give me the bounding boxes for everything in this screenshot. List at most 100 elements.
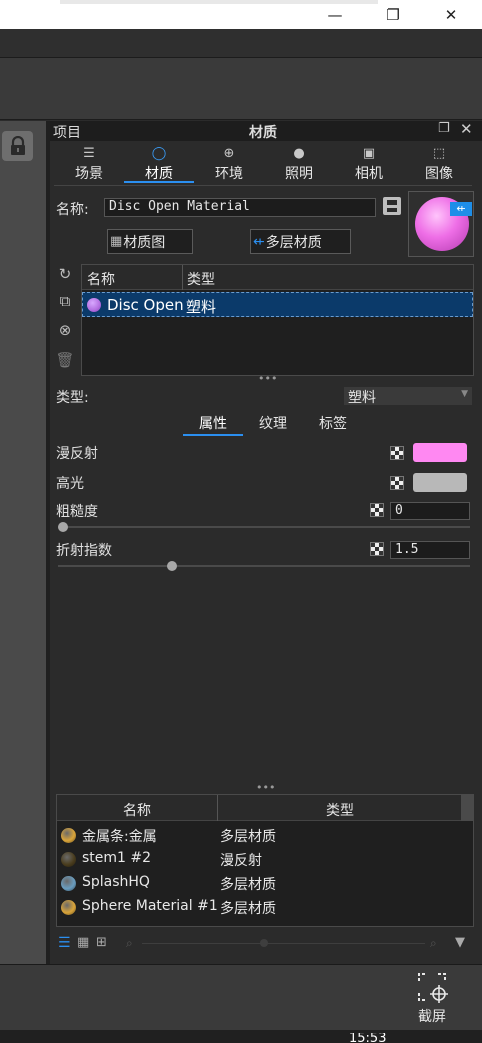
link-material-icon[interactable]: ⊗ — [55, 321, 75, 341]
subtab-properties[interactable]: 属性 — [183, 413, 243, 436]
material-list: 名称 类型 Disc Open 塑料 — [81, 264, 474, 376]
scrollbar-thumb[interactable] — [461, 795, 473, 821]
minimize-icon: — — [327, 5, 343, 24]
maximize-button[interactable]: ❐ — [364, 0, 422, 29]
ior-slider[interactable] — [58, 561, 470, 571]
roughness-slider-knob[interactable] — [58, 522, 68, 532]
name-label: 名称: — [56, 202, 89, 218]
panel-title: 材质 — [249, 125, 277, 141]
filter-icon[interactable]: ▼ — [455, 935, 465, 950]
new-material-icon[interactable]: ↻ — [55, 265, 75, 285]
delete-icon[interactable]: 🗑 — [55, 351, 75, 371]
lock-icon — [10, 136, 25, 155]
ior-slider-knob[interactable] — [166, 561, 177, 571]
ior-field[interactable]: 1.5 — [390, 541, 470, 559]
library-row-type: 多层材质 — [220, 901, 276, 917]
thumbnail-size-slider[interactable] — [142, 939, 425, 947]
list-item-type: 塑料 — [186, 298, 217, 316]
type-label: 类型: — [56, 390, 89, 406]
graph-icon: ▦ — [110, 234, 123, 249]
zoom-out-icon[interactable]: ⌕ — [126, 936, 133, 951]
library-row[interactable]: SplashHQ 多层材质 — [57, 871, 467, 895]
col-separator — [182, 265, 183, 290]
resize-handle-icon[interactable]: ••• — [258, 372, 277, 385]
material-name-field[interactable]: Disc Open Material — [104, 198, 376, 217]
material-graph-label: 材质图 — [123, 234, 166, 251]
lock-button[interactable] — [2, 131, 33, 161]
duplicate-material-icon[interactable]: ⧉ — [55, 292, 75, 312]
panel-close-icon[interactable]: ✕ — [460, 120, 473, 138]
list-col-name[interactable]: 名称 — [87, 269, 115, 289]
bulb-icon: ● — [293, 146, 305, 161]
tree-view-icon[interactable]: ⊞ — [96, 935, 107, 950]
close-button[interactable]: ✕ — [422, 0, 480, 29]
list-item-selected[interactable]: Disc Open 塑料 — [82, 292, 473, 317]
undock-icon[interactable]: ❐ — [438, 121, 450, 136]
tabs-divider — [54, 185, 472, 186]
zoom-in-icon[interactable]: ⌕ — [430, 936, 437, 951]
roughness-slider[interactable] — [58, 522, 470, 532]
list-item-name: Disc Open — [107, 296, 184, 314]
material-preview[interactable]: ⇷ — [408, 191, 474, 257]
screenshot-label: 截屏 — [418, 1009, 446, 1025]
type-select-value: 塑料 — [348, 390, 376, 406]
roughness-texture-icon[interactable] — [370, 503, 384, 517]
project-tab-label[interactable]: 项目 — [53, 122, 81, 142]
screenshot-icon — [418, 973, 448, 1003]
tab-material-label: 材质 — [145, 166, 173, 182]
save-icon[interactable] — [383, 197, 401, 215]
library-row[interactable]: 金属条:金属 多层材质 — [57, 823, 467, 847]
library-col-type[interactable]: 类型 — [326, 800, 354, 820]
multilayer-icon: ⇷ — [253, 233, 265, 250]
main-toolbar — [0, 57, 482, 120]
list-view-icon[interactable]: ☰ — [58, 935, 71, 951]
diffuse-color-swatch[interactable] — [413, 443, 467, 462]
tab-scene[interactable]: ☰ 场景 — [54, 145, 124, 183]
minimize-button[interactable]: — — [306, 0, 364, 29]
multilayer-badge-icon: ⇷ — [450, 202, 472, 216]
camera-icon: ▣ — [362, 146, 376, 161]
list-col-type[interactable]: 类型 — [187, 269, 215, 289]
library-row-name: stem1 #2 — [82, 850, 152, 866]
library-row-name: SplashHQ — [82, 874, 150, 890]
chevron-down-icon: ▼ — [461, 389, 468, 399]
grid-view-icon[interactable]: ▦ — [77, 935, 89, 950]
col-separator — [217, 795, 218, 821]
specular-texture-icon[interactable] — [390, 476, 404, 490]
taskbar: 15:53 — [0, 1030, 482, 1043]
thumbnail-size-knob[interactable] — [260, 939, 268, 947]
screenshot-button[interactable]: 截屏 — [412, 971, 452, 1027]
close-icon: ✕ — [444, 5, 458, 24]
library-list-header: 名称 类型 — [57, 795, 473, 821]
left-dock — [0, 121, 46, 964]
material-panel: 项目 材质 ❐ ✕ ☰ 场景 ◯ 材质 ⊕ 环境 ● 照明 ▣ 相机 ⬚ 图像 … — [50, 120, 482, 964]
window-titlebar: — ❐ ✕ — [0, 0, 482, 29]
save-icon-glyph — [387, 200, 397, 212]
tab-camera[interactable]: ▣ 相机 — [334, 145, 404, 183]
material-graph-button[interactable]: ▦ 材质图 — [107, 229, 193, 254]
tab-lighting[interactable]: ● 照明 — [264, 145, 334, 183]
library-col-name[interactable]: 名称 — [123, 800, 151, 820]
tab-image[interactable]: ⬚ 图像 — [404, 145, 474, 183]
subtab-texture[interactable]: 纹理 — [243, 413, 303, 436]
tab-lighting-label: 照明 — [285, 166, 313, 182]
tab-material[interactable]: ◯ 材质 — [124, 145, 194, 183]
type-select[interactable]: 塑料 ▼ — [344, 387, 472, 406]
clock-text: 15:53 — [349, 1033, 387, 1043]
panel-header: 项目 材质 ❐ ✕ — [50, 120, 482, 142]
library-resize-handle-icon[interactable]: ••• — [256, 781, 275, 794]
globe-icon: ⊕ — [223, 146, 235, 161]
roughness-field[interactable]: 0 — [390, 502, 470, 520]
library-row[interactable]: Sphere Material #1 多层材质 — [57, 895, 467, 919]
diffuse-texture-icon[interactable] — [390, 446, 404, 460]
ior-texture-icon[interactable] — [370, 542, 384, 556]
tab-environment[interactable]: ⊕ 环境 — [194, 145, 264, 183]
material-thumbnail-icon — [61, 852, 76, 867]
library-row[interactable]: stem1 #2 漫反射 — [57, 847, 467, 871]
multilayer-material-button[interactable]: ⇷ 多层材质 — [250, 229, 351, 254]
specular-label: 高光 — [56, 476, 84, 492]
specular-color-swatch[interactable] — [413, 473, 467, 492]
subtab-label[interactable]: 标签 — [303, 413, 363, 436]
menu-strip — [0, 29, 482, 57]
diffuse-label: 漫反射 — [56, 446, 98, 462]
